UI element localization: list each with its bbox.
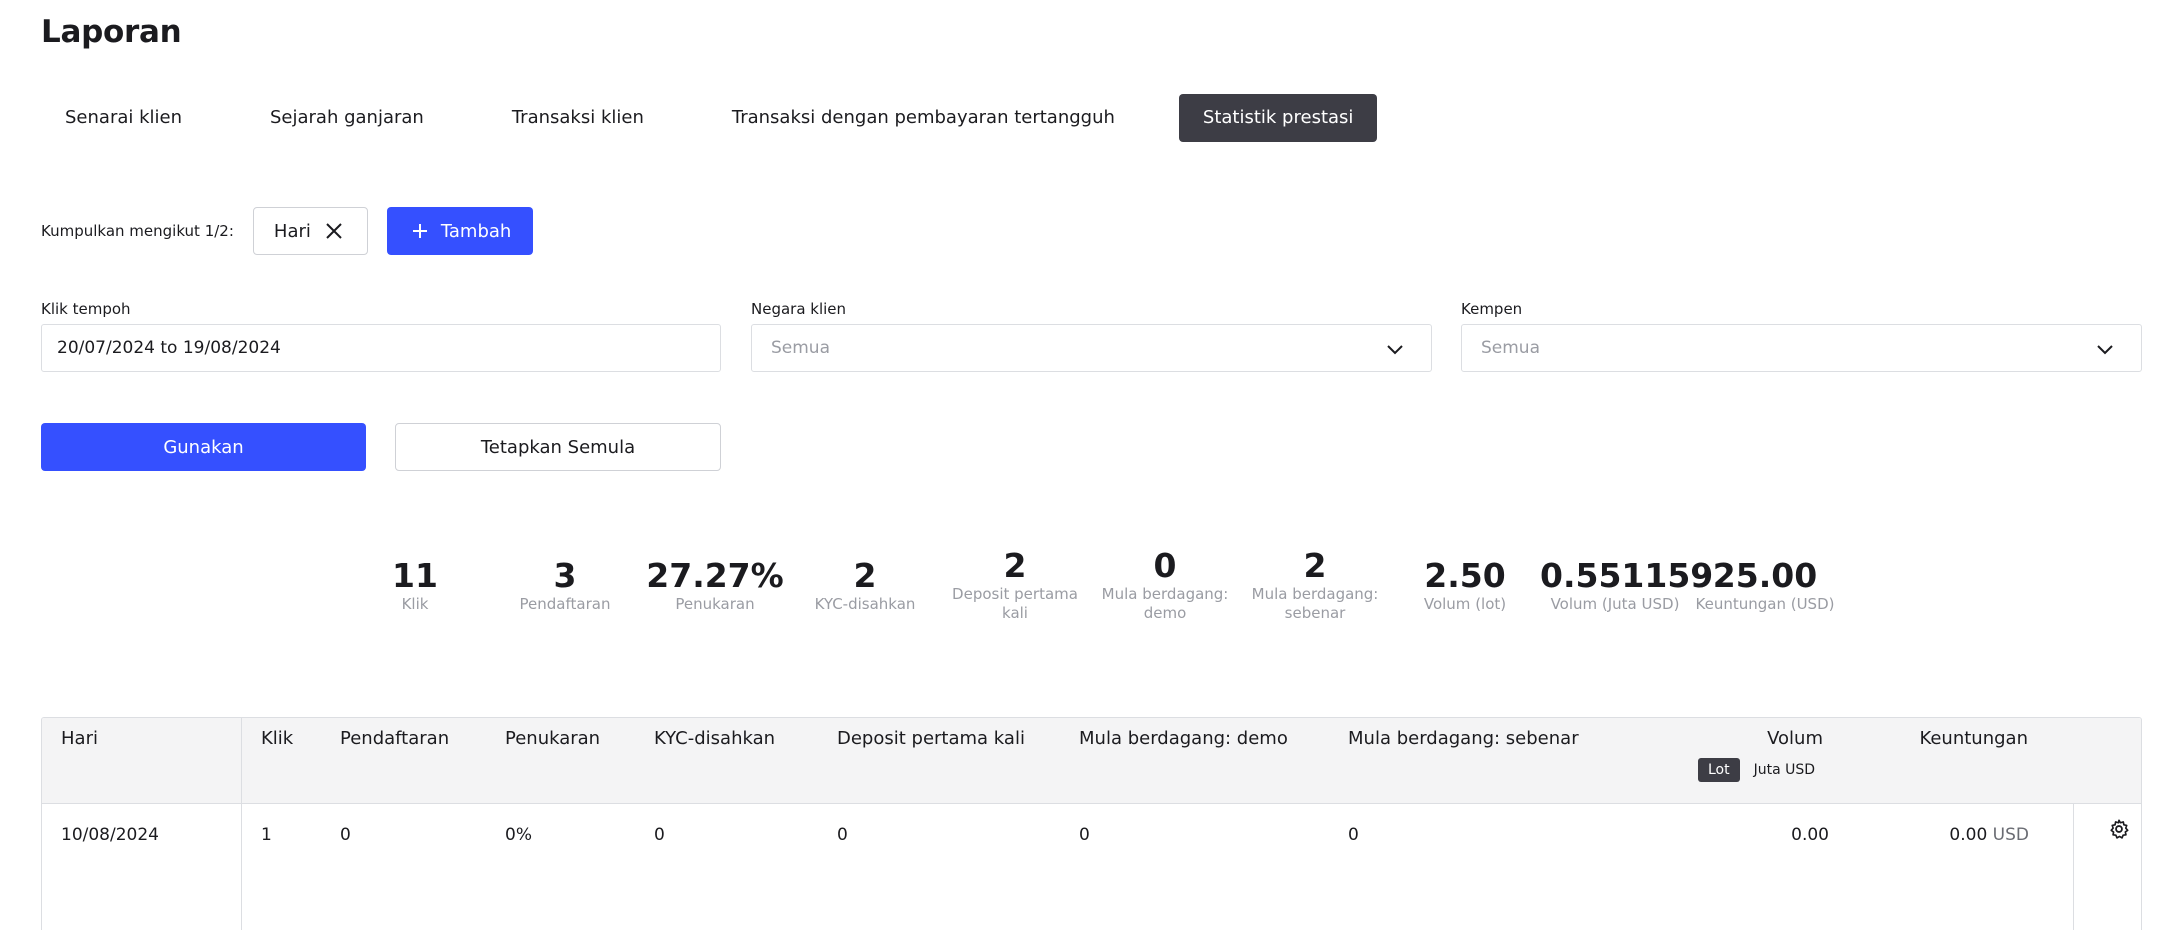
stat-value: 11 bbox=[392, 556, 438, 595]
stat-label: Mula berdagang: sebenar bbox=[1251, 585, 1379, 622]
stat-real: 2 Mula berdagang: sebenar bbox=[1240, 547, 1390, 623]
stat-registrations: 3 Pendaftaran bbox=[490, 557, 640, 614]
stat-clicks: 11 Klik bbox=[340, 557, 490, 614]
summary-stats: 11 Klik 3 Pendaftaran 27.27% Penukaran 2… bbox=[0, 545, 2163, 625]
plus-icon bbox=[412, 224, 427, 238]
chevron-down-icon bbox=[2097, 345, 2113, 355]
stat-value: 2 bbox=[853, 556, 877, 595]
add-group-button[interactable]: Tambah bbox=[386, 207, 534, 255]
campaign-placeholder: Semua bbox=[1481, 338, 1541, 358]
cell-clicks: 1 bbox=[261, 825, 272, 845]
stat-label: Mula berdagang: demo bbox=[1101, 585, 1229, 622]
stat-value: 2 bbox=[1003, 546, 1027, 585]
cell-registrations: 0 bbox=[340, 825, 351, 845]
report-tabs: Senarai klien Sejarah ganjaran Transaksi… bbox=[41, 94, 1378, 142]
cell-demo: 0 bbox=[1079, 825, 1090, 845]
period-value: 20/07/2024 to 19/08/2024 bbox=[57, 338, 281, 358]
stat-volume-usd: 0.551159 Volum (Juta USD) bbox=[1540, 556, 1714, 614]
stat-label: Deposit pertama kali bbox=[952, 585, 1078, 622]
group-chip-day: Hari bbox=[252, 207, 368, 255]
stat-value: 27.27% bbox=[646, 556, 784, 595]
cell-profit-value: 0.00 bbox=[1949, 825, 1988, 845]
campaign-select[interactable]: Semua bbox=[1461, 324, 2142, 372]
stat-label: Pendaftaran bbox=[519, 595, 611, 613]
group-chip-label: Hari bbox=[273, 220, 311, 242]
col-demo[interactable]: Mula berdagang: demo bbox=[1079, 728, 1288, 749]
unit-lot-option[interactable]: Lot bbox=[1698, 758, 1740, 782]
stat-label: Keuntungan (USD) bbox=[1695, 595, 1835, 613]
country-placeholder: Semua bbox=[771, 338, 831, 358]
stat-value: 0 bbox=[1153, 546, 1177, 585]
tab-pending-transactions[interactable]: Transaksi dengan pembayaran tertangguh bbox=[708, 94, 1139, 142]
reset-button[interactable]: Tetapkan Semula bbox=[395, 423, 721, 471]
cell-real: 0 bbox=[1348, 825, 1359, 845]
cell-day: 10/08/2024 bbox=[61, 825, 159, 845]
stat-demo: 0 Mula berdagang: demo bbox=[1090, 547, 1240, 623]
stat-value: 3 bbox=[553, 556, 577, 595]
group-by-label: Kumpulkan mengikut 1/2: bbox=[41, 222, 234, 240]
tab-performance-stats[interactable]: Statistik prestasi bbox=[1178, 94, 1378, 142]
stat-kyc: 2 KYC-disahkan bbox=[790, 557, 940, 614]
volume-unit-toggle: Lot Juta USD bbox=[1698, 758, 1815, 782]
gear-icon[interactable] bbox=[2108, 818, 2130, 840]
cell-first-deposit: 0 bbox=[837, 825, 848, 845]
col-registrations[interactable]: Pendaftaran bbox=[340, 728, 449, 749]
cell-conversion: 0% bbox=[505, 825, 532, 845]
cell-profit-unit: USD bbox=[1992, 825, 2029, 845]
add-group-label: Tambah bbox=[440, 220, 512, 242]
column-divider bbox=[2073, 804, 2074, 930]
apply-button[interactable]: Gunakan bbox=[41, 423, 366, 471]
cell-kyc: 0 bbox=[654, 825, 665, 845]
col-conversion[interactable]: Penukaran bbox=[505, 728, 600, 749]
col-profit[interactable]: Keuntungan bbox=[1919, 728, 2028, 749]
country-select[interactable]: Semua bbox=[751, 324, 1432, 372]
stat-value: 0.551159 bbox=[1540, 556, 1714, 595]
tab-client-list[interactable]: Senarai klien bbox=[41, 94, 206, 142]
col-clicks[interactable]: Klik bbox=[261, 728, 293, 749]
col-kyc[interactable]: KYC-disahkan bbox=[654, 728, 775, 749]
stat-label: Klik bbox=[401, 595, 429, 613]
unit-usd-option[interactable]: Juta USD bbox=[1754, 762, 1815, 778]
stat-label: KYC-disahkan bbox=[814, 595, 916, 613]
col-volume[interactable]: Volum bbox=[1767, 728, 1823, 749]
stat-value: 2.50 bbox=[1424, 556, 1506, 595]
col-real[interactable]: Mula berdagang: sebenar bbox=[1348, 728, 1579, 749]
cell-profit: 0.00 USD bbox=[1949, 825, 2029, 845]
page-title: Laporan bbox=[41, 14, 182, 50]
stats-table: Hari Klik Pendaftaran Penukaran KYC-disa… bbox=[41, 717, 2142, 930]
tab-client-transactions[interactable]: Transaksi klien bbox=[488, 94, 668, 142]
tab-reward-history[interactable]: Sejarah ganjaran bbox=[246, 94, 448, 142]
table-header: Hari Klik Pendaftaran Penukaran KYC-disa… bbox=[42, 718, 2141, 804]
stat-value: 25.00 bbox=[1712, 556, 1818, 595]
period-input[interactable]: 20/07/2024 to 19/08/2024 bbox=[41, 324, 721, 372]
stat-conversion: 27.27% Penukaran bbox=[640, 557, 790, 614]
stat-label: Penukaran bbox=[675, 595, 755, 613]
chevron-down-icon bbox=[1387, 345, 1403, 355]
stat-volume-lot: 2.50 Volum (lot) bbox=[1390, 557, 1540, 614]
close-icon[interactable] bbox=[323, 220, 345, 242]
col-day[interactable]: Hari bbox=[61, 728, 98, 749]
cell-volume: 0.00 bbox=[1791, 825, 1829, 845]
stat-label: Volum (lot) bbox=[1423, 595, 1507, 613]
column-divider bbox=[241, 718, 242, 930]
col-first-deposit[interactable]: Deposit pertama kali bbox=[837, 728, 1025, 749]
period-label: Klik tempoh bbox=[41, 300, 131, 318]
stat-first-deposit: 2 Deposit pertama kali bbox=[940, 547, 1090, 623]
stat-value: 2 bbox=[1303, 546, 1327, 585]
country-label: Negara klien bbox=[751, 300, 847, 318]
stat-profit: 25.00 Keuntungan (USD) bbox=[1690, 557, 1840, 614]
campaign-label: Kempen bbox=[1461, 300, 1523, 318]
stat-label: Volum (Juta USD) bbox=[1550, 595, 1680, 613]
group-by-row: Kumpulkan mengikut 1/2: Hari Tambah bbox=[41, 207, 534, 255]
